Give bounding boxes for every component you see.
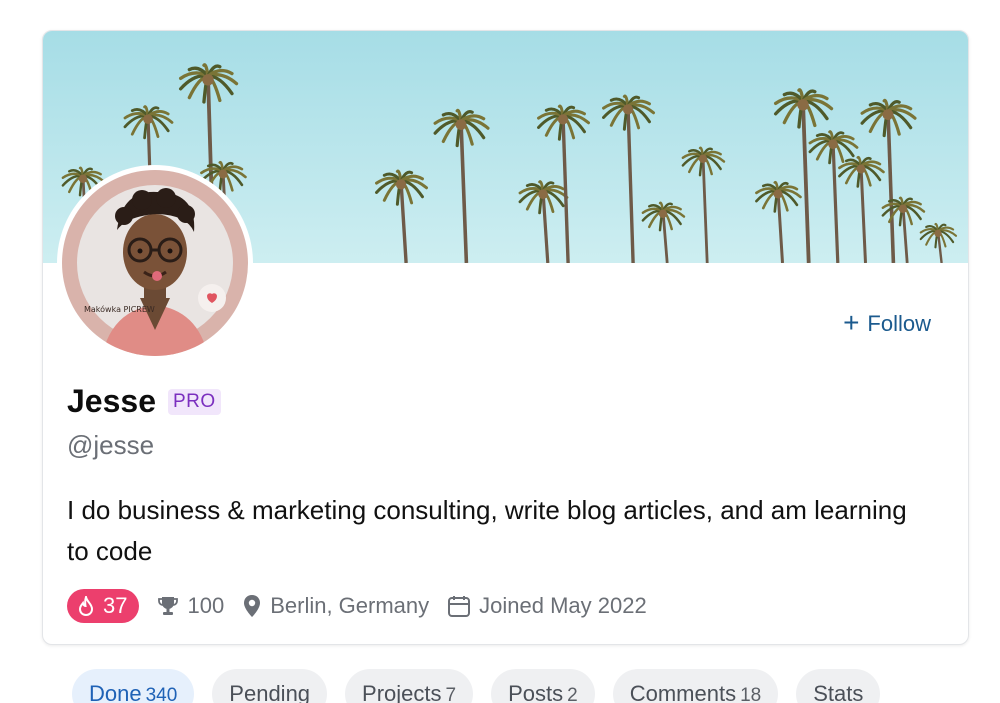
avatar[interactable]: Makówka PICREW [57, 165, 253, 361]
calendar-icon [448, 596, 471, 617]
avatar-caption: Makówka PICREW [84, 304, 155, 314]
profile-card: Makówka PICREW + Follow Jesse PRO @jesse… [42, 30, 969, 645]
pro-badge: PRO [167, 388, 221, 415]
tab-label: Stats [813, 681, 864, 703]
tab-count: 340 [145, 685, 178, 703]
profile-tabs: Done 340 Pending Projects 7 Posts 2 Comment… [72, 669, 881, 703]
plus-icon: + [843, 306, 860, 338]
follow-button[interactable]: + Follow [843, 306, 931, 338]
username: @jesse [67, 430, 155, 460]
tab-done[interactable]: Done 340 [72, 669, 195, 703]
tab-label: Posts [508, 681, 564, 703]
streak-badge[interactable]: 37 [67, 589, 140, 623]
tab-label: Pending [229, 681, 311, 703]
tab-pending[interactable]: Pending [212, 669, 328, 703]
tab-posts[interactable]: Posts 2 [491, 669, 595, 703]
joined-stat: Joined May 2022 [447, 593, 647, 619]
tab-projects[interactable]: Projects 7 [345, 669, 474, 703]
display-name: Jesse [67, 383, 156, 419]
location-pin-icon [244, 595, 261, 617]
tab-count: 2 [567, 685, 578, 703]
streak-count: 37 [103, 593, 128, 618]
avatar-image: Makówka PICREW [62, 170, 248, 356]
location-stat: Berlin, Germany [242, 593, 429, 619]
name-row: Jesse PRO [67, 383, 221, 420]
joined-text: Joined May 2022 [479, 593, 647, 618]
trophy-icon [158, 597, 179, 615]
trophy-stat: 100 [157, 593, 224, 619]
tab-stats[interactable]: Stats [796, 669, 881, 703]
tab-label: Projects [362, 681, 442, 703]
tab-label: Comments [629, 681, 737, 703]
tab-comments[interactable]: Comments 18 [612, 669, 779, 703]
location-text: Berlin, Germany [270, 593, 430, 618]
tab-label: Done [89, 681, 142, 703]
bio: I do business & marketing consulting, wr… [67, 495, 907, 566]
profile-meta: 37 100 Berlin, Germany Joined May 2022 [67, 589, 647, 623]
follow-label: Follow [867, 311, 931, 336]
tab-count: 18 [740, 685, 762, 703]
trophy-count: 100 [187, 593, 225, 618]
flame-icon [78, 596, 94, 616]
tab-count: 7 [445, 685, 457, 703]
